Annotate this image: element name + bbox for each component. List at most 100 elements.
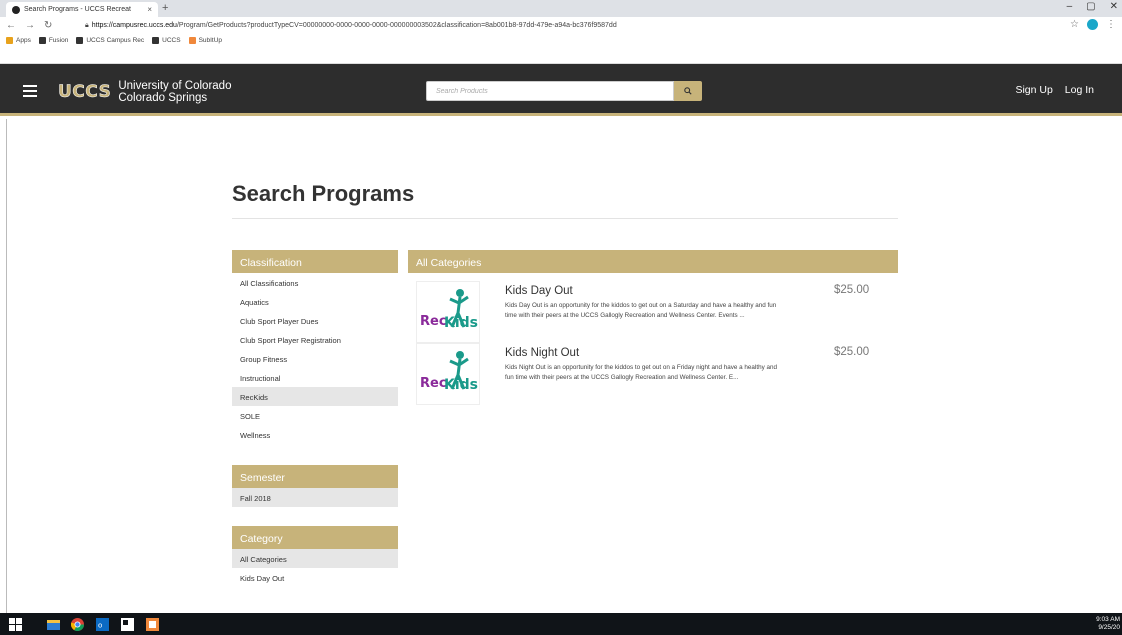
fusion-logo-icon [38,37,46,44]
product-thumbnail[interactable]: Rec Kids [416,343,480,405]
category-item[interactable]: Kids Day Out [232,568,398,587]
back-icon[interactable]: ← [6,20,16,31]
bookmark-label: UCCS [162,37,181,44]
restore-icon[interactable]: ▢ [1086,1,1095,12]
semester-heading: Semester [232,465,398,488]
category-list: All Categories Kids Day Out [232,549,398,587]
reckids-logo-rec: Rec [420,314,447,329]
browser-tab[interactable]: Search Programs - UCCS Recreat × [6,2,158,17]
bookmark-label: UCCS Campus Rec [86,37,145,44]
page-title: Search Programs [232,181,415,206]
product-description: Kids Day Out is an opportunity for the k… [505,302,777,319]
bookmark-label: Fusion [48,37,69,44]
bookmark-item[interactable]: SubItUp [188,37,223,44]
minimize-icon[interactable]: – [1067,1,1073,12]
search-input[interactable] [426,81,674,101]
reload-icon[interactable]: ↻ [44,20,52,31]
sign-up-link[interactable]: Sign Up [1015,84,1052,96]
bookmark-star-icon[interactable]: ☆ [1070,19,1079,30]
reckids-logo-kids: Kids [444,377,478,393]
uccs-favicon-icon [12,5,20,14]
results-heading: All Categories [408,250,898,273]
subitup-icon[interactable] [146,618,159,631]
uccs-logo-icon [152,37,160,44]
classification-item[interactable]: Club Sport Player Registration [232,330,398,349]
title-divider [232,218,898,219]
uccs-logo[interactable]: UCCS University of Colorado Colorado Spr… [58,80,232,104]
classification-item[interactable]: All Classifications [232,273,398,292]
address-bar-row: ← → ↻ 🔒︎ https://campusrec.uccs.edu/Progr… [0,17,1122,34]
product-price: $25.00 [834,284,870,296]
bookmarks-bar: Apps Fusion UCCS Campus Rec UCCS SubItUp [0,34,1122,64]
bookmark-item[interactable]: UCCS [152,37,181,44]
uccs-logo-mark: UCCS [58,82,112,103]
url-domain: https://campusrec.uccs.edu [91,21,177,29]
windows-taskbar: o 9:03 AM 9/25/20 [0,613,1122,635]
product-description: Kids Night Out is an opportunity for the… [505,364,777,381]
search-button[interactable] [674,81,702,101]
url-field[interactable]: 🔒︎ https://campusrec.uccs.edu/Program/Get… [85,22,617,30]
address-bar-actions: ☆ ⋮ [1070,19,1116,30]
uccs-logo-text: University of Colorado Colorado Springs [118,80,231,104]
close-window-icon[interactable]: ✕ [1110,1,1118,12]
profile-avatar[interactable] [1087,19,1098,30]
classification-heading: Classification [232,250,398,273]
search-icon [684,87,692,95]
hamburger-menu-icon[interactable] [23,85,37,97]
category-heading: Category [232,526,398,549]
classification-item[interactable]: Club Sport Player Dues [232,311,398,330]
bookmark-item[interactable]: UCCS Campus Rec [76,37,144,44]
classification-item[interactable]: Instructional [232,368,398,387]
product-search [426,81,702,101]
product-price: $25.00 [834,346,870,358]
subitup-logo-icon [188,37,196,44]
header-links: Sign Up Log In [1015,84,1094,96]
bookmark-item[interactable]: Apps [6,37,31,44]
bookmark-label: Apps [16,37,31,44]
reckids-logo-icon: RecKids [420,351,478,393]
classification-panel: Classification All Classifications Aquati… [232,250,398,444]
outlook-icon[interactable]: o [96,618,109,631]
category-panel: Category All Categories Kids Day Out [232,526,398,587]
window-controls: – ▢ ✕ [1067,1,1118,12]
product-name[interactable]: Kids Night Out [505,347,579,359]
classification-item[interactable]: RecKids [232,387,398,406]
clock-time: 9:03 AM [1096,616,1120,623]
uccs-logo-icon [76,37,84,44]
menu-dots-icon[interactable]: ⋮ [1106,19,1116,30]
svg-text:o: o [98,622,102,630]
browser-tab-strip: Search Programs - UCCS Recreat × + – ▢ ✕ [0,0,1122,17]
clock-date: 9/25/20 [1098,624,1120,631]
product-card[interactable]: Rec Kids Kids Day Out Kids Day Out is an op… [416,281,898,343]
lock-icon: 🔒︎ [85,21,89,29]
windows-start-icon[interactable] [9,618,22,631]
bookmark-item[interactable]: Fusion [38,37,69,44]
product-card[interactable]: Rec Kids Kids Night Out Kids Night Out is a… [416,343,898,405]
classification-item[interactable]: SOLE [232,406,398,425]
reckids-logo-icon: RecKids [420,289,478,331]
nav-buttons: ← → ↻ [0,20,85,31]
apps-grid-icon [6,37,13,44]
new-tab-button[interactable]: + [162,2,168,14]
tab-title: Search Programs - UCCS Recreat [24,6,131,13]
system-clock[interactable]: 9:03 AM 9/25/20 [1096,616,1120,632]
left-edge-divider [0,119,7,613]
semester-list: Fall 2018 [232,488,398,507]
category-item[interactable]: All Categories [232,549,398,568]
file-explorer-icon[interactable] [47,618,60,631]
classification-item[interactable]: Aquatics [232,292,398,311]
product-name[interactable]: Kids Day Out [505,285,573,297]
classification-item[interactable]: Group Fitness [232,349,398,368]
forward-icon[interactable]: → [25,20,35,31]
log-in-link[interactable]: Log In [1065,84,1094,96]
chrome-icon[interactable] [71,618,84,631]
product-thumbnail[interactable]: Rec Kids [416,281,480,343]
url-path: /Program/GetProducts?productTypeCV=00000… [176,21,617,29]
semester-item[interactable]: Fall 2018 [232,488,398,507]
logo-line-2: Colorado Springs [118,92,208,104]
reckids-logo-kids: Kids [444,315,478,331]
classification-item[interactable]: Wellness [232,425,398,444]
app-tile-icon[interactable] [121,618,134,631]
bookmark-label: SubItUp [198,37,223,44]
tab-close-button[interactable]: × [147,5,152,14]
